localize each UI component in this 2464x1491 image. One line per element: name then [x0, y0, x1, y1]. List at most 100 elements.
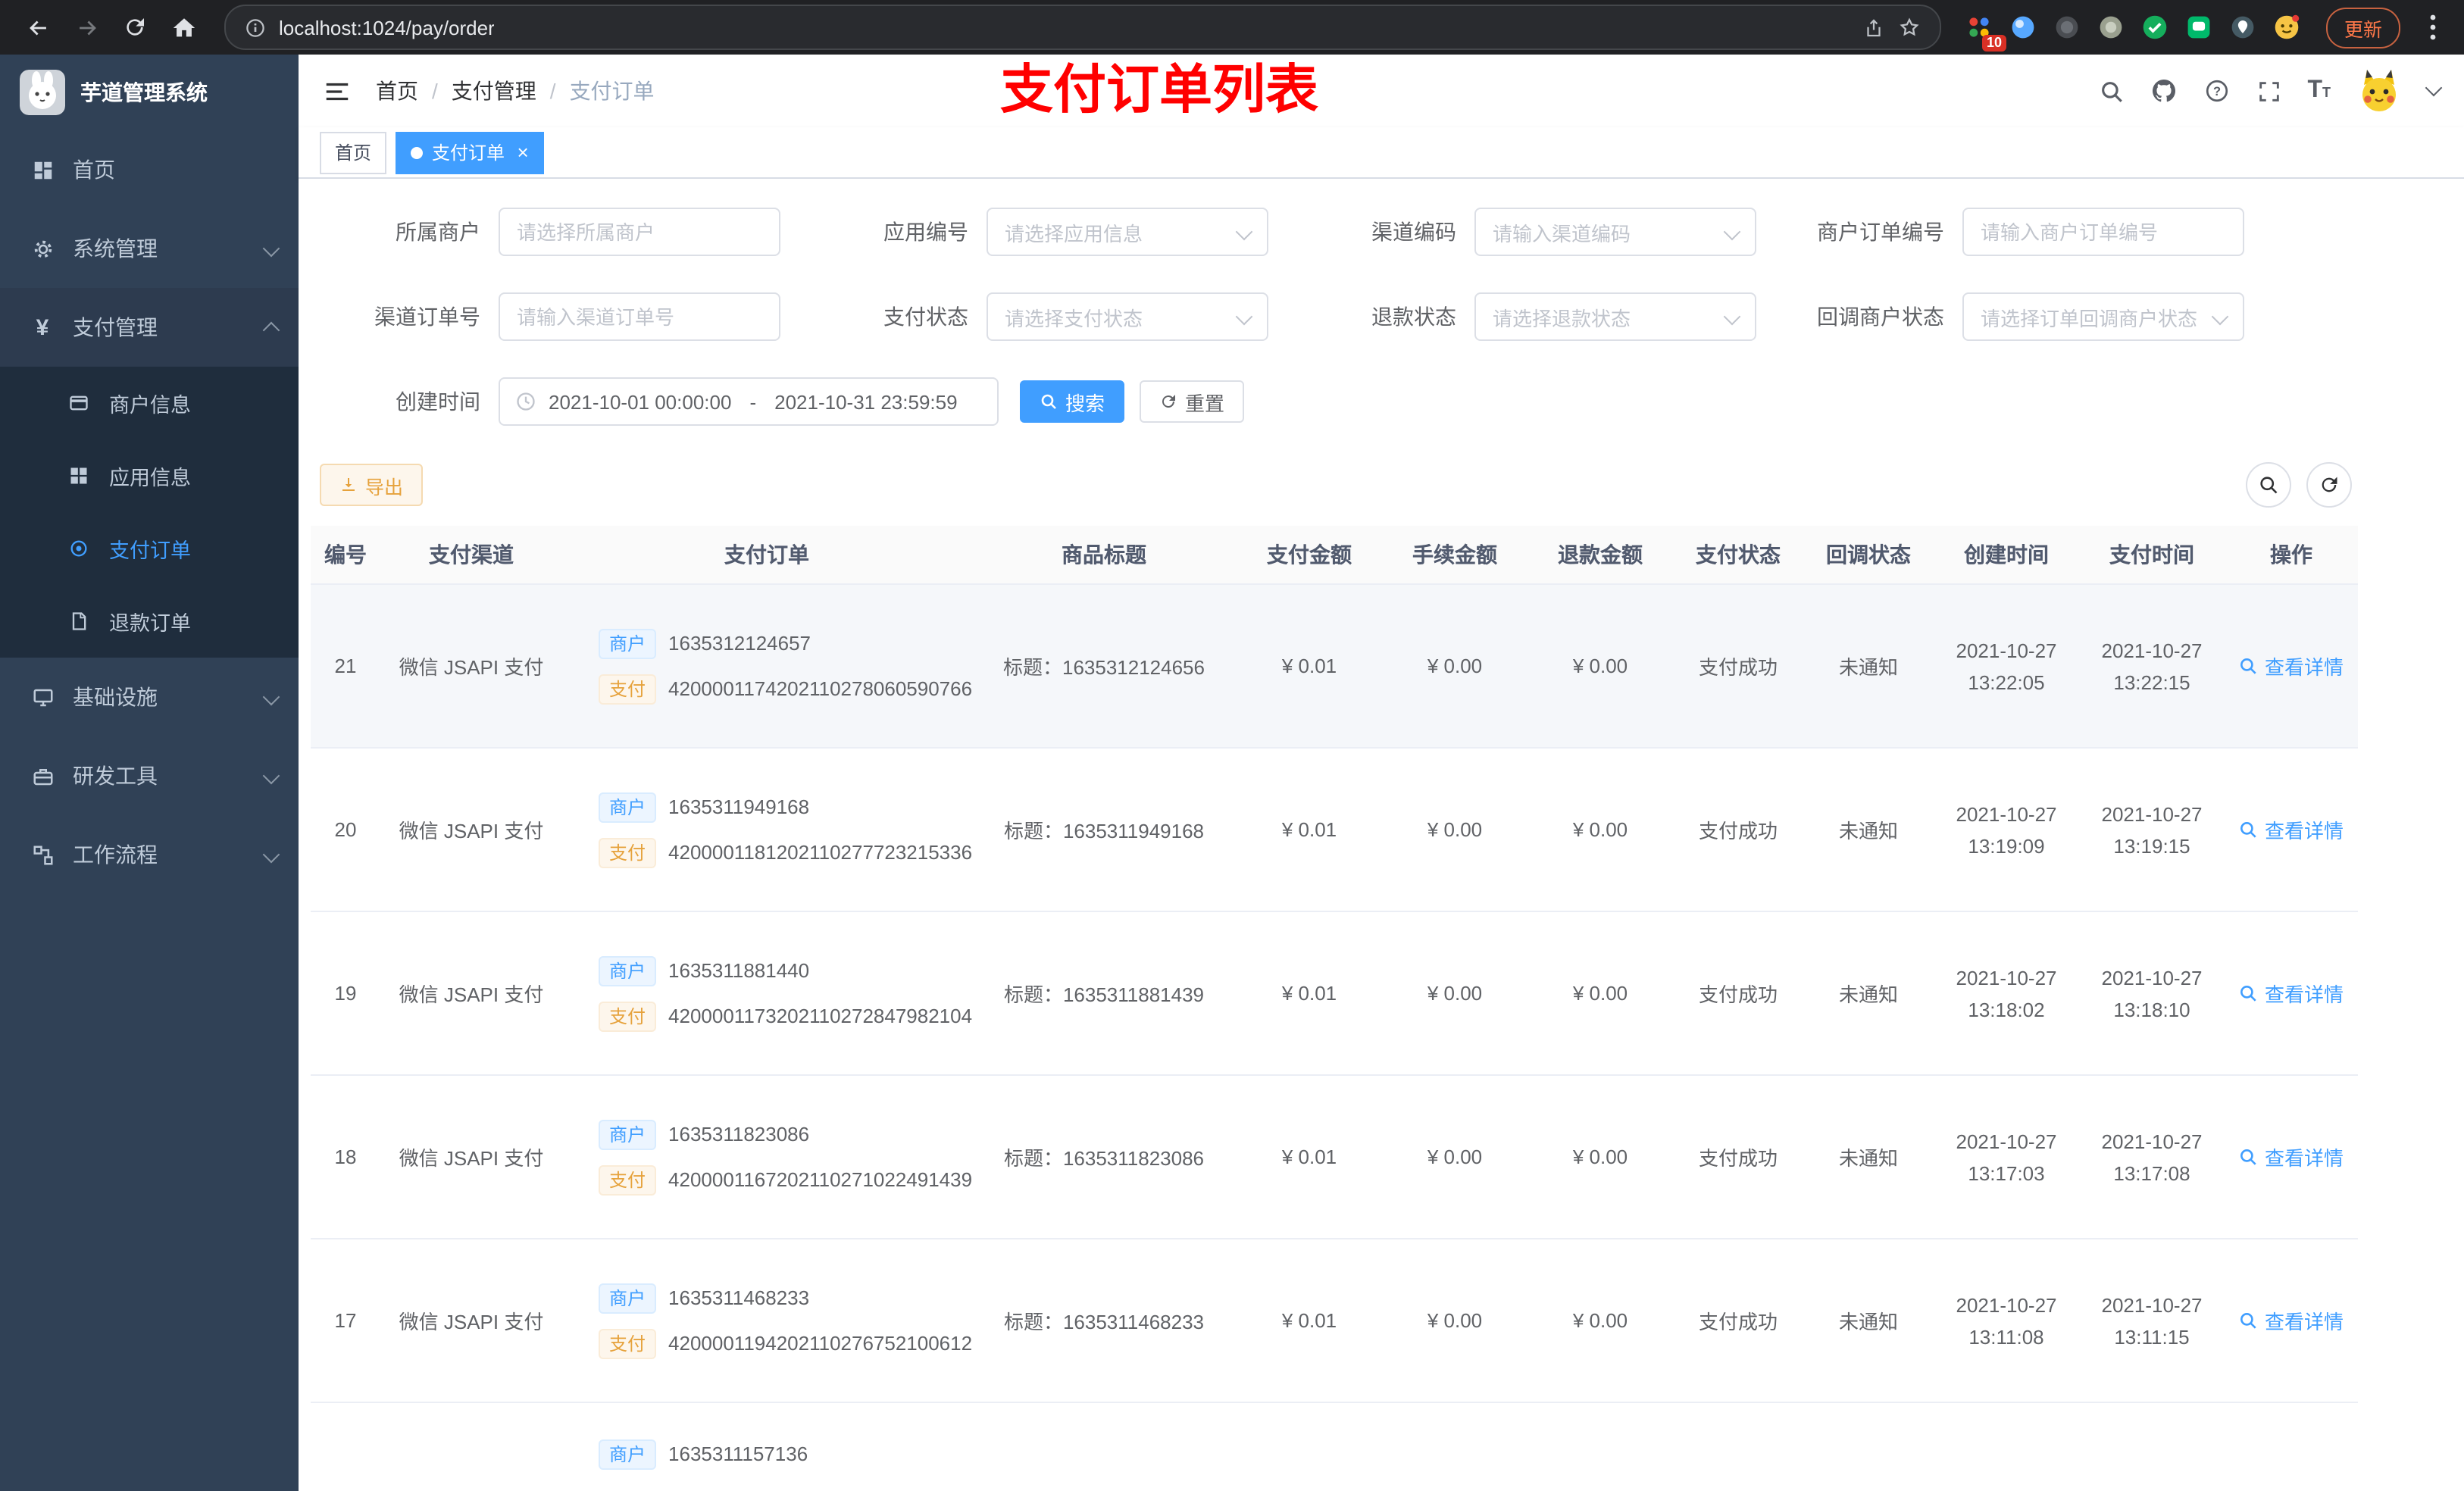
filter-app: 应用编号 请选择应用信息: [796, 208, 1284, 256]
pay-order-cell: 商户 1635312124657 支付 42000011742021102780…: [562, 584, 972, 749]
back-button[interactable]: [15, 5, 61, 50]
refresh-table-button[interactable]: [2306, 462, 2352, 508]
home-button[interactable]: [161, 5, 206, 50]
view-detail-link[interactable]: 查看详情: [2239, 979, 2344, 1008]
help-button[interactable]: ?: [2203, 77, 2230, 105]
fullscreen-button[interactable]: [2256, 78, 2281, 104]
sidebar-toggle-button[interactable]: [323, 77, 352, 105]
create-time-range-picker[interactable]: 2021-10-01 00:00:00 - 2021-10-31 23:59:5…: [499, 377, 999, 426]
avatar[interactable]: [2356, 68, 2402, 114]
sidebar-item-home[interactable]: 首页: [0, 130, 299, 209]
order-id-cell: 18: [311, 1075, 380, 1239]
pay-order-no: 4200001181202110277723215336: [668, 840, 973, 863]
view-detail-link[interactable]: 查看详情: [2239, 815, 2344, 844]
github-button[interactable]: [2150, 77, 2177, 105]
breadcrumb-home[interactable]: 首页: [376, 76, 452, 106]
url-text[interactable]: localhost:1024/pay/order: [279, 16, 495, 39]
order-id-cell: [311, 1402, 380, 1491]
merchant-tag: 商户: [599, 955, 657, 986]
dark-extension-icon[interactable]: [2047, 8, 2088, 47]
reload-button[interactable]: [112, 5, 158, 50]
pay-order-table: 编号 支付渠道 支付订单 商品标题 支付金额 手续金额 退款金额 支付状态 回调状态 创建时间 支付…: [311, 526, 2358, 1491]
view-detail-link[interactable]: 查看详情: [2239, 652, 2344, 680]
create-time-cell: 2021-10-27 13:17:03: [1934, 1075, 2079, 1239]
order-id-cell: 19: [311, 911, 380, 1076]
export-button[interactable]: 导出: [320, 464, 424, 506]
sidebar-item-dev-tools[interactable]: 研发工具: [0, 736, 299, 815]
toggle-search-button[interactable]: [2246, 462, 2291, 508]
refund-status-select[interactable]: 请选择退款状态: [1474, 292, 1756, 341]
pay-order-cell: 商户 1635311468233 支付 42000011942021102767…: [562, 1239, 972, 1403]
sidebar-item-system[interactable]: 系统管理: [0, 209, 299, 288]
status-cell: 支付成功: [1673, 1075, 1803, 1239]
channel-order-no-input[interactable]: [499, 292, 780, 341]
grey-extension-icon[interactable]: [2091, 8, 2132, 47]
app-select[interactable]: 请选择应用信息: [987, 208, 1268, 256]
reload-icon: [127, 18, 144, 36]
pay-time-cell: 2021-10-27 13:11:15: [2079, 1239, 2225, 1403]
table-row[interactable]: 商户 1635311157136: [311, 1402, 2358, 1491]
reset-button[interactable]: 重置: [1140, 380, 1245, 423]
view-detail-link[interactable]: 查看详情: [2239, 1142, 2344, 1171]
close-icon[interactable]: ×: [517, 142, 528, 162]
action-cell: 查看详情: [2225, 1239, 2358, 1403]
search-button[interactable]: [2098, 78, 2124, 104]
extensions-grid-icon[interactable]: 10: [1959, 8, 2006, 52]
bookmark-star-icon[interactable]: [1897, 15, 1921, 39]
pay-time-cell: [2079, 1402, 2225, 1491]
toolbox-icon: [30, 764, 55, 787]
view-detail-link[interactable]: 查看详情: [2239, 1306, 2344, 1335]
blue-extension-icon[interactable]: [2003, 8, 2044, 47]
status-cell: [1673, 1402, 1803, 1491]
title-cell: [971, 1402, 1237, 1491]
tab-label: 首页: [335, 142, 372, 164]
search-icon: [2241, 1149, 2257, 1165]
sidebar-item-merchant-info[interactable]: 商户信息: [0, 367, 299, 439]
breadcrumb-payment[interactable]: 支付管理: [452, 76, 570, 106]
status-cell: 支付成功: [1673, 1239, 1803, 1403]
table-row[interactable]: 17 微信 JSAPI 支付 商户 1635311468233 支付 42000…: [311, 1239, 2358, 1403]
amount-cell: [1237, 1402, 1382, 1491]
filter-notify-status: 回调商户状态 请选择订单回调商户状态: [1771, 292, 2259, 341]
table-row[interactable]: 18 微信 JSAPI 支付 商户 1635311823086 支付 42000…: [311, 1075, 2358, 1239]
font-size-button[interactable]: TT: [2307, 78, 2331, 103]
create-time-cell: 2021-10-27 13:19:09: [1934, 748, 2079, 912]
check-extension-icon[interactable]: [2135, 8, 2176, 47]
sidebar-item-payment[interactable]: ¥ 支付管理: [0, 288, 299, 367]
order-id-cell: 21: [311, 584, 380, 749]
yellow-face-extension-icon[interactable]: [2267, 8, 2308, 47]
chat-extension-icon[interactable]: [2179, 8, 2220, 47]
channel-code-select[interactable]: 请输入渠道编码: [1474, 208, 1756, 256]
pay-time-cell: 2021-10-27 13:19:15: [2079, 748, 2225, 912]
sidebar-item-pay-order[interactable]: 支付订单: [0, 512, 299, 585]
merchant-input[interactable]: [499, 208, 780, 256]
sidebar-item-app-info[interactable]: 应用信息: [0, 439, 299, 512]
back-icon: [29, 20, 45, 35]
tab-pay-order[interactable]: 支付订单 ×: [396, 131, 544, 173]
share-icon[interactable]: [1862, 16, 1885, 39]
document-icon: [67, 611, 91, 632]
table-row[interactable]: 21 微信 JSAPI 支付 商户 1635312124657 支付 42000…: [311, 584, 2358, 749]
merchant-order-no-input[interactable]: [1962, 208, 2244, 256]
site-info-icon[interactable]: [244, 16, 267, 39]
forward-button[interactable]: [64, 5, 109, 50]
search-button[interactable]: 搜索: [1020, 380, 1125, 423]
create-time-cell: 2021-10-27 13:22:05: [1934, 584, 2079, 749]
table-row[interactable]: 19 微信 JSAPI 支付 商户 1635311881440 支付 42000…: [311, 911, 2358, 1076]
browser-update-button[interactable]: 更新: [2325, 7, 2400, 48]
pay-status-select[interactable]: 请选择支付状态: [987, 292, 1268, 341]
sidebar-item-refund-order[interactable]: 退款订单: [0, 585, 299, 658]
pin-extension-icon[interactable]: [2223, 8, 2264, 47]
browser-menu-button[interactable]: [2416, 12, 2449, 42]
chevron-down-icon[interactable]: [2425, 79, 2443, 97]
payment-submenu: 商户信息 应用信息 支付订单 退款订单: [0, 367, 299, 658]
action-cell: 查看详情: [2225, 748, 2358, 912]
url-bar[interactable]: localhost:1024/pay/order: [224, 5, 1941, 50]
tab-home[interactable]: 首页: [320, 131, 387, 173]
merchant-tag: 商户: [599, 792, 657, 822]
table-row[interactable]: 20 微信 JSAPI 支付 商户 1635311949168 支付 42000…: [311, 748, 2358, 912]
notify-status-select[interactable]: 请选择订单回调商户状态: [1962, 292, 2244, 341]
sidebar-item-label: 研发工具: [73, 764, 158, 788]
sidebar-item-infrastructure[interactable]: 基础设施: [0, 658, 299, 736]
sidebar-item-workflow[interactable]: 工作流程: [0, 815, 299, 894]
